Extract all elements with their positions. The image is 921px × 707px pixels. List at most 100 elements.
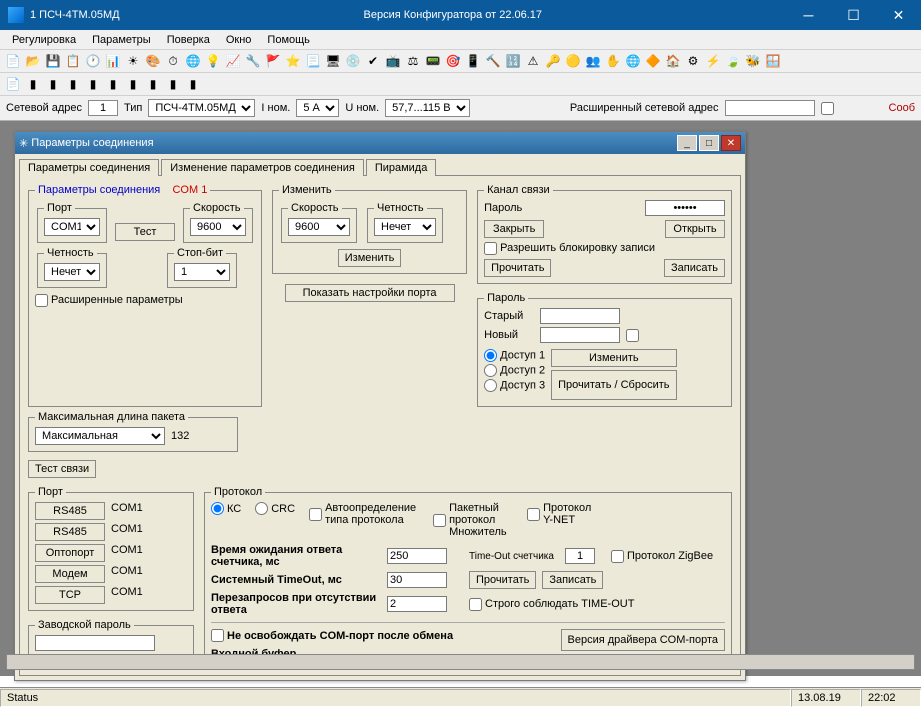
proto-nofree-label[interactable]: Не освобождать COM-порт после обмена [211, 629, 547, 642]
access1-radio[interactable] [484, 349, 497, 362]
menu-check[interactable]: Поверка [159, 32, 218, 48]
tb-palette-icon[interactable]: 🎨 [144, 52, 162, 70]
proto-kc-label[interactable]: КС [211, 502, 241, 515]
tb-house-icon[interactable]: 🏠 [664, 52, 682, 70]
inom-select[interactable]: 5 А [296, 99, 339, 117]
proto-ynet-check[interactable] [527, 508, 540, 521]
channel-read-button[interactable]: Прочитать [484, 259, 551, 277]
access3-label[interactable]: Доступ 3 [484, 379, 545, 392]
tb-bee-icon[interactable]: 🐝 [744, 52, 762, 70]
proto-write-button[interactable]: Записать [542, 571, 603, 589]
tb-tool2-icon[interactable]: 🔨 [484, 52, 502, 70]
minimize-button[interactable]: ─ [786, 0, 831, 30]
tb-open-icon[interactable]: 📂 [24, 52, 42, 70]
proto-wait-input[interactable] [387, 548, 447, 564]
unom-select[interactable]: 57,7...115 В [385, 99, 470, 117]
proto-strict-check[interactable] [469, 598, 482, 611]
tb-new-icon[interactable]: 📄 [4, 52, 22, 70]
access2-radio[interactable] [484, 364, 497, 377]
tab-change-params[interactable]: Изменение параметров соединения [161, 159, 364, 176]
channel-close-button[interactable]: Закрыть [484, 220, 544, 238]
port-rs485-2-button[interactable]: RS485 [35, 523, 105, 541]
tb-clock-icon[interactable]: 🕐 [84, 52, 102, 70]
tb-key-icon[interactable]: 🔑 [544, 52, 562, 70]
proto-ynet-label[interactable]: Протокол Y-NET [527, 502, 597, 526]
tb2-m9-icon[interactable]: ▮ [184, 75, 202, 93]
tb-chart-icon[interactable]: 📈 [224, 52, 242, 70]
net-addr-input[interactable] [88, 100, 118, 116]
proto-strict-label[interactable]: Строго соблюдать TIME-OUT [469, 598, 634, 611]
proto-retry-input[interactable] [387, 596, 447, 612]
tb-gold-icon[interactable]: 🟡 [564, 52, 582, 70]
test-link-button[interactable]: Тест связи [28, 460, 96, 478]
tb-check-icon[interactable]: ✔ [364, 52, 382, 70]
port-rs485-1-button[interactable]: RS485 [35, 502, 105, 520]
menu-regulate[interactable]: Регулировка [4, 32, 84, 48]
maxlen-select[interactable]: Максимальная [35, 427, 165, 445]
tb-leaf-icon[interactable]: 🍃 [724, 52, 742, 70]
proto-auto-check[interactable] [309, 508, 322, 521]
tb-bolt-icon[interactable]: ⚡ [704, 52, 722, 70]
proto-nofree-check[interactable] [211, 629, 224, 642]
child-minimize-button[interactable]: _ [677, 135, 697, 151]
tb-gear-icon[interactable]: ⚙ [684, 52, 702, 70]
ext-addr-check[interactable] [821, 102, 834, 115]
tb-star-icon[interactable]: ⭐ [284, 52, 302, 70]
tb-world-icon[interactable]: 🌐 [184, 52, 202, 70]
proto-auto-label[interactable]: Автоопределение типа протокола [309, 502, 419, 526]
proto-crc-radio[interactable] [255, 502, 268, 515]
tb2-m8-icon[interactable]: ▮ [164, 75, 182, 93]
access1-label[interactable]: Доступ 1 [484, 349, 545, 362]
tab-pyramid[interactable]: Пирамида [366, 159, 437, 176]
channel-write-button[interactable]: Записать [664, 259, 725, 277]
port-modem-button[interactable]: Модем [35, 565, 105, 583]
tb-target-icon[interactable]: 🎯 [444, 52, 462, 70]
proto-zigbee-check[interactable] [611, 550, 624, 563]
pwd-new-input[interactable] [540, 327, 620, 343]
menu-help[interactable]: Помощь [259, 32, 318, 48]
channel-open-button[interactable]: Открыть [665, 220, 725, 238]
factory-pwd-input[interactable] [35, 635, 155, 651]
tb-sun-icon[interactable]: ☀ [124, 52, 142, 70]
menu-params[interactable]: Параметры [84, 32, 159, 48]
pwd-read-reset-button[interactable]: Прочитать / Сбросить [551, 370, 676, 400]
parity-select[interactable]: Нечет [44, 263, 100, 281]
tb2-m6-icon[interactable]: ▮ [124, 75, 142, 93]
driver-version-button[interactable]: Версия драйвера COM-порта [561, 629, 725, 651]
tb-people-icon[interactable]: 👥 [584, 52, 602, 70]
maximize-button[interactable]: ☐ [831, 0, 876, 30]
tb-wrench-icon[interactable]: 🔧 [244, 52, 262, 70]
tb2-page-icon[interactable]: 📄 [4, 75, 22, 93]
tb2-m3-icon[interactable]: ▮ [64, 75, 82, 93]
close-button[interactable]: ✕ [876, 0, 921, 30]
menu-window[interactable]: Окно [218, 32, 260, 48]
tb-hand-icon[interactable]: ✋ [604, 52, 622, 70]
proto-systo-input[interactable] [387, 572, 447, 588]
channel-pwd-input[interactable] [645, 200, 725, 216]
proto-crc-label[interactable]: CRC [255, 502, 295, 515]
tb-doc-icon[interactable]: 📃 [304, 52, 322, 70]
port-select[interactable]: COM1 [44, 218, 100, 236]
tb-screen-icon[interactable]: 🖥 [324, 52, 342, 70]
ext-params-checkbox[interactable] [35, 294, 48, 307]
change-parity-select[interactable]: Нечет [374, 218, 436, 236]
tb-bulb-icon[interactable]: 💡 [204, 52, 222, 70]
pwd-new-check[interactable] [626, 329, 639, 342]
child-close-button[interactable]: ✕ [721, 135, 741, 151]
tb2-m2-icon[interactable]: ▮ [44, 75, 62, 93]
proto-packet-label[interactable]: Пакетный протокол Множитель [433, 502, 513, 538]
tb-timer-icon[interactable]: ⏱ [164, 52, 182, 70]
stopbit-select[interactable]: 1 [174, 263, 230, 281]
tb-save-icon[interactable]: 💾 [44, 52, 62, 70]
tb-num-icon[interactable]: 🔢 [504, 52, 522, 70]
ext-params-checkbox-label[interactable]: Расширенные параметры [35, 294, 183, 306]
tb-window-icon[interactable]: 🪟 [764, 52, 782, 70]
tb-device-icon[interactable]: 📟 [424, 52, 442, 70]
ext-addr-input[interactable] [725, 100, 815, 116]
access3-radio[interactable] [484, 379, 497, 392]
tb-phone-icon[interactable]: 📱 [464, 52, 482, 70]
change-button[interactable]: Изменить [338, 249, 402, 267]
tb-warn-icon[interactable]: ⚠ [524, 52, 542, 70]
test-button[interactable]: Тест [115, 223, 175, 241]
type-select[interactable]: ПСЧ-4ТМ.05МД [148, 99, 255, 117]
